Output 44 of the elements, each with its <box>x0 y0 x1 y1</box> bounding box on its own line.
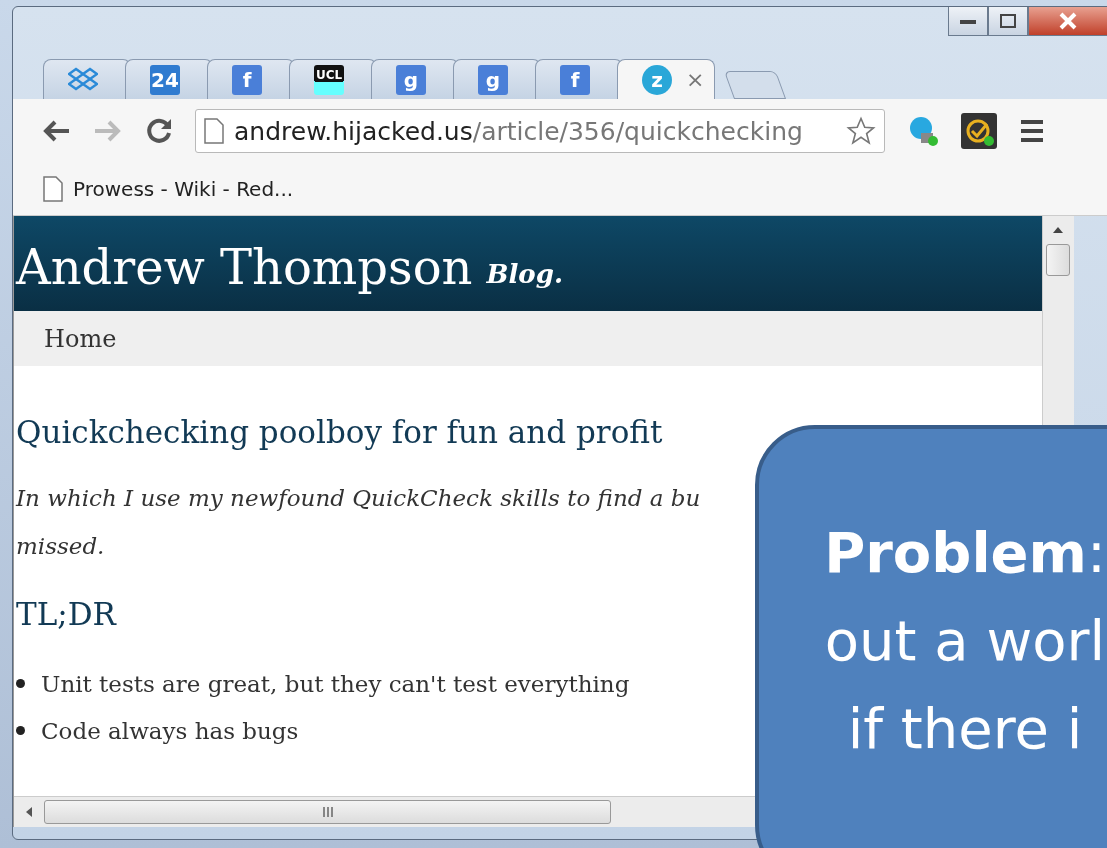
list-item: Unit tests are great, but they can't test everything <box>41 670 630 697</box>
favicon: f <box>560 64 590 95</box>
address-bar[interactable]: andrew.hijacked.us/article/356/quickchecking <box>195 109 885 153</box>
scroll-thumb[interactable] <box>1046 244 1071 276</box>
page-icon <box>204 118 224 144</box>
scroll-up-icon[interactable] <box>1052 226 1065 234</box>
callout-text: Problem: <box>824 519 1106 587</box>
maximize-button[interactable] <box>988 7 1028 36</box>
favicon: g <box>396 64 426 95</box>
favicon: z <box>642 64 672 95</box>
section-heading: TL;DR <box>16 596 118 632</box>
extension-icon[interactable] <box>907 115 939 147</box>
page-icon <box>43 176 63 202</box>
extension-icon[interactable] <box>961 113 997 149</box>
menu-icon[interactable] <box>1019 119 1045 143</box>
callout-text: if there i <box>847 695 1083 763</box>
back-icon[interactable] <box>41 119 71 143</box>
site-tagline: Blog. <box>486 259 563 291</box>
tab-close-button[interactable]: × <box>686 67 705 92</box>
scroll-left-icon[interactable] <box>24 806 34 818</box>
close-icon <box>1058 12 1078 30</box>
bullet-icon <box>16 726 25 735</box>
favicon: f <box>232 64 262 95</box>
bookmark-link[interactable]: Prowess - Wiki - Red... <box>73 177 294 201</box>
list-item: Code always has bugs <box>41 717 299 744</box>
site-title[interactable]: Andrew Thompson <box>16 239 473 295</box>
grip-icon <box>321 807 334 817</box>
minimize-icon <box>960 18 976 24</box>
favicon: g <box>478 64 508 95</box>
bullet-icon <box>16 679 25 688</box>
minimize-button[interactable] <box>948 7 988 36</box>
star-icon[interactable] <box>846 116 876 146</box>
article-lead: In which I use my newfound QuickCheck skills to find a bu <box>16 484 701 513</box>
close-button[interactable] <box>1028 7 1107 36</box>
maximize-icon <box>1000 14 1016 28</box>
nav-link[interactable]: Home <box>44 324 117 353</box>
reload-icon[interactable] <box>145 117 173 145</box>
callout-text: out a worl <box>824 607 1106 675</box>
browser-tab[interactable]: z × <box>617 59 715 99</box>
scroll-thumb[interactable] <box>44 800 611 824</box>
favicon: UCL <box>314 64 344 95</box>
article-lead: missed. <box>16 532 105 561</box>
article-title: Quickchecking poolboy for fun and profit <box>16 414 664 450</box>
calendar-icon: 24 <box>150 64 180 95</box>
